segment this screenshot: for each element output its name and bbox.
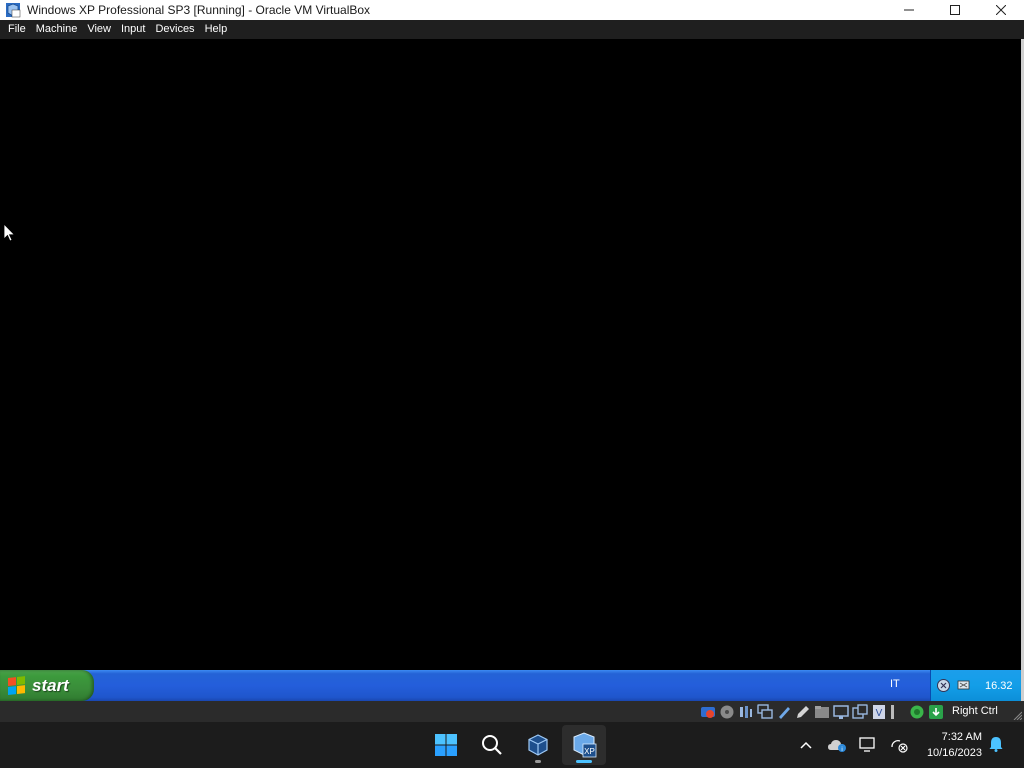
clock-date: 10/16/2023 bbox=[926, 747, 982, 759]
virtualbox-vm-xp-icon: XP bbox=[573, 732, 597, 758]
usb-icon[interactable] bbox=[776, 704, 792, 720]
display-icon[interactable] bbox=[833, 704, 849, 720]
window-titlebar: Windows XP Professional SP3 [Running] - … bbox=[0, 0, 1024, 20]
notification-bell-icon[interactable] bbox=[988, 736, 1004, 752]
close-button[interactable] bbox=[978, 0, 1024, 20]
disc-icon[interactable] bbox=[719, 704, 735, 720]
virtualbox-manager-icon bbox=[528, 734, 548, 756]
windows-start-button[interactable] bbox=[424, 725, 468, 765]
maximize-button[interactable] bbox=[932, 0, 978, 20]
taskbar-app-virtualbox-manager[interactable] bbox=[516, 725, 560, 765]
display-icon[interactable] bbox=[858, 735, 878, 755]
chevron-up-icon[interactable] bbox=[796, 735, 816, 755]
svg-text:V: V bbox=[876, 708, 883, 719]
taskbar-app-virtualbox-vm[interactable]: XP bbox=[562, 725, 606, 765]
vbox-status-bar: V Right Ctrl bbox=[0, 701, 1024, 722]
menu-view[interactable]: View bbox=[82, 20, 116, 39]
onedrive-icon[interactable]: i bbox=[827, 735, 847, 755]
search-button[interactable] bbox=[470, 725, 514, 765]
host-taskbar: XP i 7:32 AM 10/16/2023 bbox=[0, 722, 1024, 768]
minimize-icon bbox=[904, 9, 914, 11]
recording-icon[interactable] bbox=[890, 704, 906, 720]
xp-notification-area: 16.32 bbox=[930, 670, 1021, 701]
xp-start-button[interactable]: start bbox=[0, 670, 94, 701]
xp-taskbar: start IT 16.32 bbox=[0, 670, 1021, 701]
mouse-cursor-icon bbox=[4, 224, 16, 242]
menu-input[interactable]: Input bbox=[116, 20, 150, 39]
window-title: Windows XP Professional SP3 [Running] - … bbox=[27, 3, 371, 17]
network-adapter-icon[interactable] bbox=[757, 703, 773, 720]
guest-screen[interactable]: start IT 16.32 bbox=[0, 39, 1021, 701]
menu-help[interactable]: Help bbox=[200, 20, 233, 39]
audio-icon[interactable] bbox=[738, 704, 754, 720]
vrde-icon[interactable]: V bbox=[871, 704, 887, 720]
search-icon bbox=[482, 735, 502, 755]
pencil-icon[interactable] bbox=[795, 704, 811, 720]
resize-grip-icon[interactable] bbox=[1012, 710, 1022, 720]
network-disconnected-icon[interactable] bbox=[889, 735, 909, 755]
minimize-button[interactable] bbox=[886, 0, 932, 20]
capture-icon[interactable] bbox=[852, 703, 868, 720]
optical-drive-icon[interactable] bbox=[700, 704, 716, 720]
shared-folder-icon[interactable] bbox=[814, 704, 830, 720]
vbox-menubar: File Machine View Input Devices Help bbox=[0, 20, 1024, 39]
language-indicator[interactable]: IT bbox=[890, 678, 900, 690]
host-key-label[interactable]: Right Ctrl bbox=[952, 705, 998, 717]
start-label: start bbox=[32, 675, 69, 695]
xp-clock[interactable]: 16.32 bbox=[985, 680, 1013, 692]
close-icon bbox=[996, 5, 1006, 15]
menu-machine[interactable]: Machine bbox=[31, 20, 83, 39]
virtualbox-xp-icon bbox=[5, 2, 21, 18]
host-clock[interactable]: 7:32 AM 10/16/2023 bbox=[912, 729, 982, 761]
shield-icon[interactable] bbox=[936, 678, 951, 693]
windows-start-icon bbox=[435, 734, 457, 756]
menu-devices[interactable]: Devices bbox=[150, 20, 199, 39]
maximize-icon bbox=[950, 5, 960, 15]
arrow-down-icon[interactable] bbox=[928, 704, 944, 720]
menu-file[interactable]: File bbox=[3, 20, 31, 39]
clock-time: 7:32 AM bbox=[941, 731, 982, 743]
svg-text:XP: XP bbox=[584, 747, 595, 756]
windows-xp-flag-icon bbox=[8, 675, 26, 696]
cpu-icon[interactable] bbox=[909, 704, 925, 720]
svg-text:i: i bbox=[841, 747, 842, 753]
network-icon[interactable] bbox=[956, 678, 971, 693]
